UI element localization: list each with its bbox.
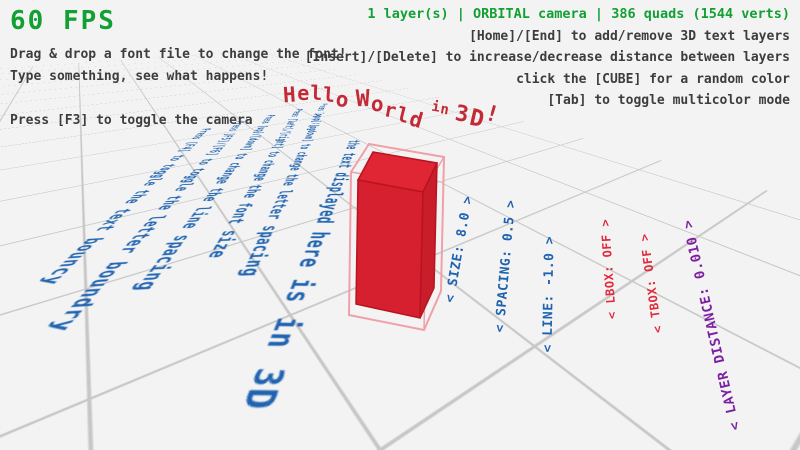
hint-add-layers: [Home]/[End] to add/remove 3D text layer… (305, 26, 790, 47)
hud-right: 1 layer(s) | ORBITAL camera | 386 quads … (305, 6, 790, 112)
hint-camera-toggle: Press [F3] to toggle the camera (10, 110, 347, 132)
hud-left: 60 FPS Drag & drop a font file to change… (10, 6, 347, 132)
3d-viewport[interactable]: Press [F4] to toggle the text bouncy Pre… (0, 0, 800, 450)
hint-drag-drop: Drag & drop a font file to change the fo… (10, 44, 347, 66)
cube[interactable] (356, 152, 437, 318)
ground-instruction-bouncy: Press [F4] to toggle the text bouncy (32, 128, 213, 286)
hint-cube-color: click the [CUBE] for a random color (305, 69, 790, 90)
ground-instruction-boundry: Press [F5]/[F6] to toggle the letter bou… (40, 121, 247, 333)
hint-type: Type something, see what happens! (10, 66, 347, 88)
status-line: < LINE: -1.0 > (541, 236, 558, 353)
hint-multicolor: [Tab] to toggle multicolor mode (305, 90, 790, 111)
stats-readout: 1 layer(s) | ORBITAL camera | 386 quads … (305, 6, 790, 22)
fps-counter: 60 FPS (10, 6, 347, 36)
hud-spacer (10, 88, 347, 110)
hint-layer-distance: [Insert]/[Delete] to increase/decrease d… (305, 47, 790, 68)
cube-front-face (356, 180, 423, 318)
